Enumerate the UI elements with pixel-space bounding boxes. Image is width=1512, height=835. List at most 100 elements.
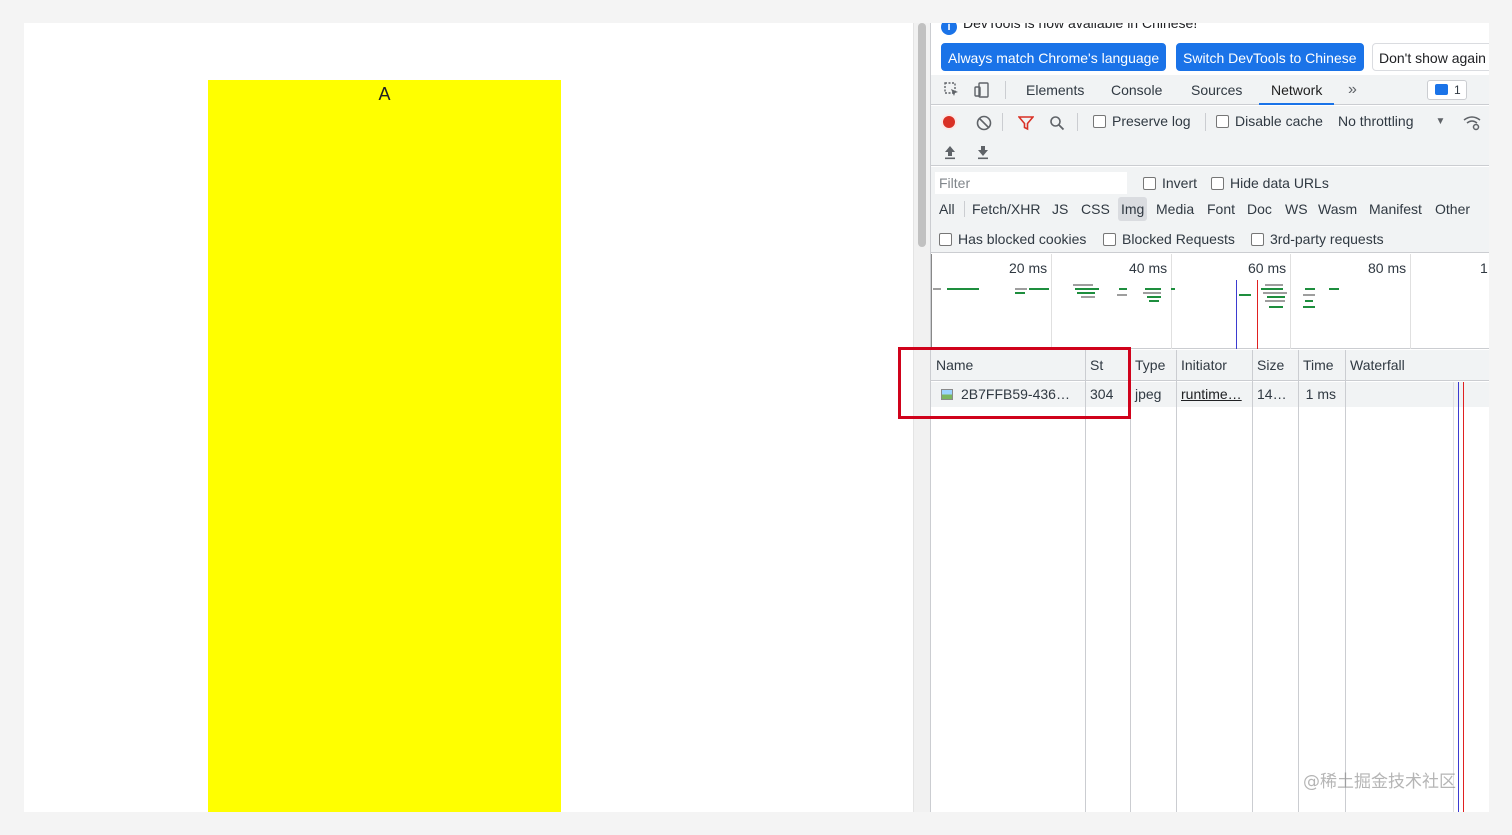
search-icon[interactable]: [1048, 114, 1066, 132]
request-time: 1 ms: [1305, 386, 1336, 402]
overview-activity-bar: [1261, 288, 1283, 290]
chevron-down-icon: ▼: [1435, 115, 1446, 127]
overview-activity-bar: [933, 288, 941, 290]
overview-activity-bar: [1269, 306, 1283, 308]
blocked-requests-checkbox[interactable]: Blocked Requests: [1103, 231, 1235, 247]
tab-elements[interactable]: Elements: [1026, 75, 1084, 105]
type-filter-css[interactable]: CSS: [1078, 197, 1113, 221]
overview-activity-bar: [1147, 296, 1161, 298]
request-type: jpeg: [1135, 386, 1162, 402]
tab-network[interactable]: Network: [1259, 75, 1335, 105]
third-party-requests-checkbox[interactable]: 3rd-party requests: [1251, 231, 1384, 247]
page-scrollbar-thumb[interactable]: [918, 23, 926, 247]
invert-checkbox[interactable]: Invert: [1143, 175, 1197, 191]
tab-sources[interactable]: Sources: [1191, 75, 1242, 105]
type-filter-wasm[interactable]: Wasm: [1315, 197, 1360, 221]
network-conditions-icon[interactable]: [1463, 114, 1481, 132]
column-header-initiator[interactable]: Initiator: [1176, 350, 1252, 381]
overview-activity-bar: [1265, 284, 1283, 286]
devtools-tabbar: Elements Console Sources Network » 1: [931, 75, 1489, 105]
import-har-icon[interactable]: [941, 143, 959, 161]
device-toolbar-icon[interactable]: [973, 81, 991, 99]
filter-icon[interactable]: [1017, 114, 1035, 132]
export-har-icon[interactable]: [974, 143, 992, 161]
has-blocked-cookies-label: Has blocked cookies: [958, 231, 1087, 247]
hide-data-urls-checkbox[interactable]: Hide data URLs: [1211, 175, 1329, 191]
throttling-select[interactable]: No throttling ▼: [1338, 113, 1445, 129]
column-divider: [1252, 350, 1253, 812]
disable-cache-box[interactable]: [1216, 114, 1229, 128]
type-filter-other[interactable]: Other: [1432, 197, 1473, 221]
always-match-language-button[interactable]: Always match Chrome's language: [941, 43, 1167, 71]
column-divider: [1298, 350, 1299, 812]
toolbar-separator: [1077, 113, 1078, 131]
overview-gridline: [1290, 254, 1291, 349]
network-overview[interactable]: 20 ms 40 ms 60 ms 80 ms 1: [931, 254, 1489, 349]
invert-box[interactable]: [1143, 176, 1156, 190]
overview-activity-bar: [1267, 296, 1285, 298]
preserve-log-checkbox[interactable]: Preserve log: [1093, 113, 1191, 129]
type-filter-ws[interactable]: WS: [1282, 197, 1311, 221]
load-event-line: [1257, 280, 1258, 349]
language-infobar: i DevTools is now available in Chinese! A…: [931, 23, 1489, 71]
has-blocked-cookies-box[interactable]: [939, 232, 952, 246]
blocked-requests-box[interactable]: [1103, 232, 1116, 246]
switch-to-chinese-button[interactable]: Switch DevTools to Chinese: [1176, 43, 1364, 71]
overview-activity-bar: [1119, 288, 1127, 290]
overview-activity-bar: [1073, 284, 1093, 286]
tab-console[interactable]: Console: [1111, 75, 1162, 105]
overview-activity-bar: [1305, 288, 1315, 290]
overview-activity-bar: [1265, 300, 1285, 302]
overview-tick-label: 80 ms: [1368, 260, 1407, 276]
overview-tick-label: 40 ms: [1129, 260, 1168, 276]
type-filter-img[interactable]: Img: [1118, 197, 1148, 221]
overview-activity-bar: [1303, 294, 1315, 296]
column-header-type[interactable]: Type: [1130, 350, 1176, 381]
tabbar-separator: [1005, 81, 1006, 99]
column-divider: [1130, 350, 1131, 812]
type-filter-fetch-xhr[interactable]: Fetch/XHR: [969, 197, 1043, 221]
request-size: 14…: [1257, 386, 1287, 402]
type-filter-js[interactable]: JS: [1049, 197, 1071, 221]
column-header-time[interactable]: Time: [1298, 350, 1345, 381]
dont-show-again-button[interactable]: Don't show again: [1372, 43, 1489, 71]
overview-activity-bar: [1149, 300, 1159, 302]
inspect-element-icon[interactable]: [943, 81, 961, 99]
preserve-log-box[interactable]: [1093, 114, 1106, 128]
column-header-size[interactable]: Size: [1252, 350, 1298, 381]
column-header-waterfall[interactable]: Waterfall: [1345, 350, 1489, 381]
issues-chat-icon: [1435, 84, 1448, 95]
filter-input[interactable]: Filter: [935, 172, 1127, 194]
third-party-requests-box[interactable]: [1251, 232, 1264, 246]
overview-gridline: [1051, 254, 1052, 349]
network-toolbar: Preserve log Disable cache No throttling…: [931, 106, 1489, 166]
overview-activity-bar: [1143, 292, 1161, 294]
toolbar-separator: [1002, 113, 1003, 131]
overview-activity-bar: [1303, 306, 1315, 308]
invert-label: Invert: [1162, 175, 1198, 191]
type-filter-all[interactable]: All: [936, 197, 958, 221]
issues-badge[interactable]: 1: [1427, 80, 1467, 100]
type-filter-media[interactable]: Media: [1153, 197, 1197, 221]
overview-activity-bar: [1077, 292, 1095, 294]
overview-activity-bar: [1029, 288, 1049, 290]
type-filter-font[interactable]: Font: [1204, 197, 1238, 221]
disable-cache-label: Disable cache: [1235, 113, 1323, 129]
more-tabs-icon[interactable]: »: [1348, 75, 1357, 105]
clear-icon[interactable]: [975, 114, 993, 132]
column-divider: [1176, 350, 1177, 812]
has-blocked-cookies-checkbox[interactable]: Has blocked cookies: [939, 231, 1086, 247]
box-letter: A: [378, 84, 391, 104]
hide-data-urls-box[interactable]: [1211, 176, 1224, 190]
type-filter-doc[interactable]: Doc: [1244, 197, 1275, 221]
record-icon[interactable]: [941, 114, 957, 130]
disable-cache-checkbox[interactable]: Disable cache: [1216, 113, 1323, 129]
dom-content-loaded-line: [1236, 280, 1237, 349]
overview-gridline: [1171, 254, 1172, 349]
overview-activity-bar: [1075, 288, 1099, 290]
type-filter-manifest[interactable]: Manifest: [1366, 197, 1425, 221]
request-initiator-link[interactable]: runtime…: [1176, 382, 1252, 407]
annotation-highlight-box: [898, 347, 1131, 419]
waterfall-dom-content-loaded-line: [1458, 382, 1459, 812]
overview-gridline: [931, 254, 932, 349]
